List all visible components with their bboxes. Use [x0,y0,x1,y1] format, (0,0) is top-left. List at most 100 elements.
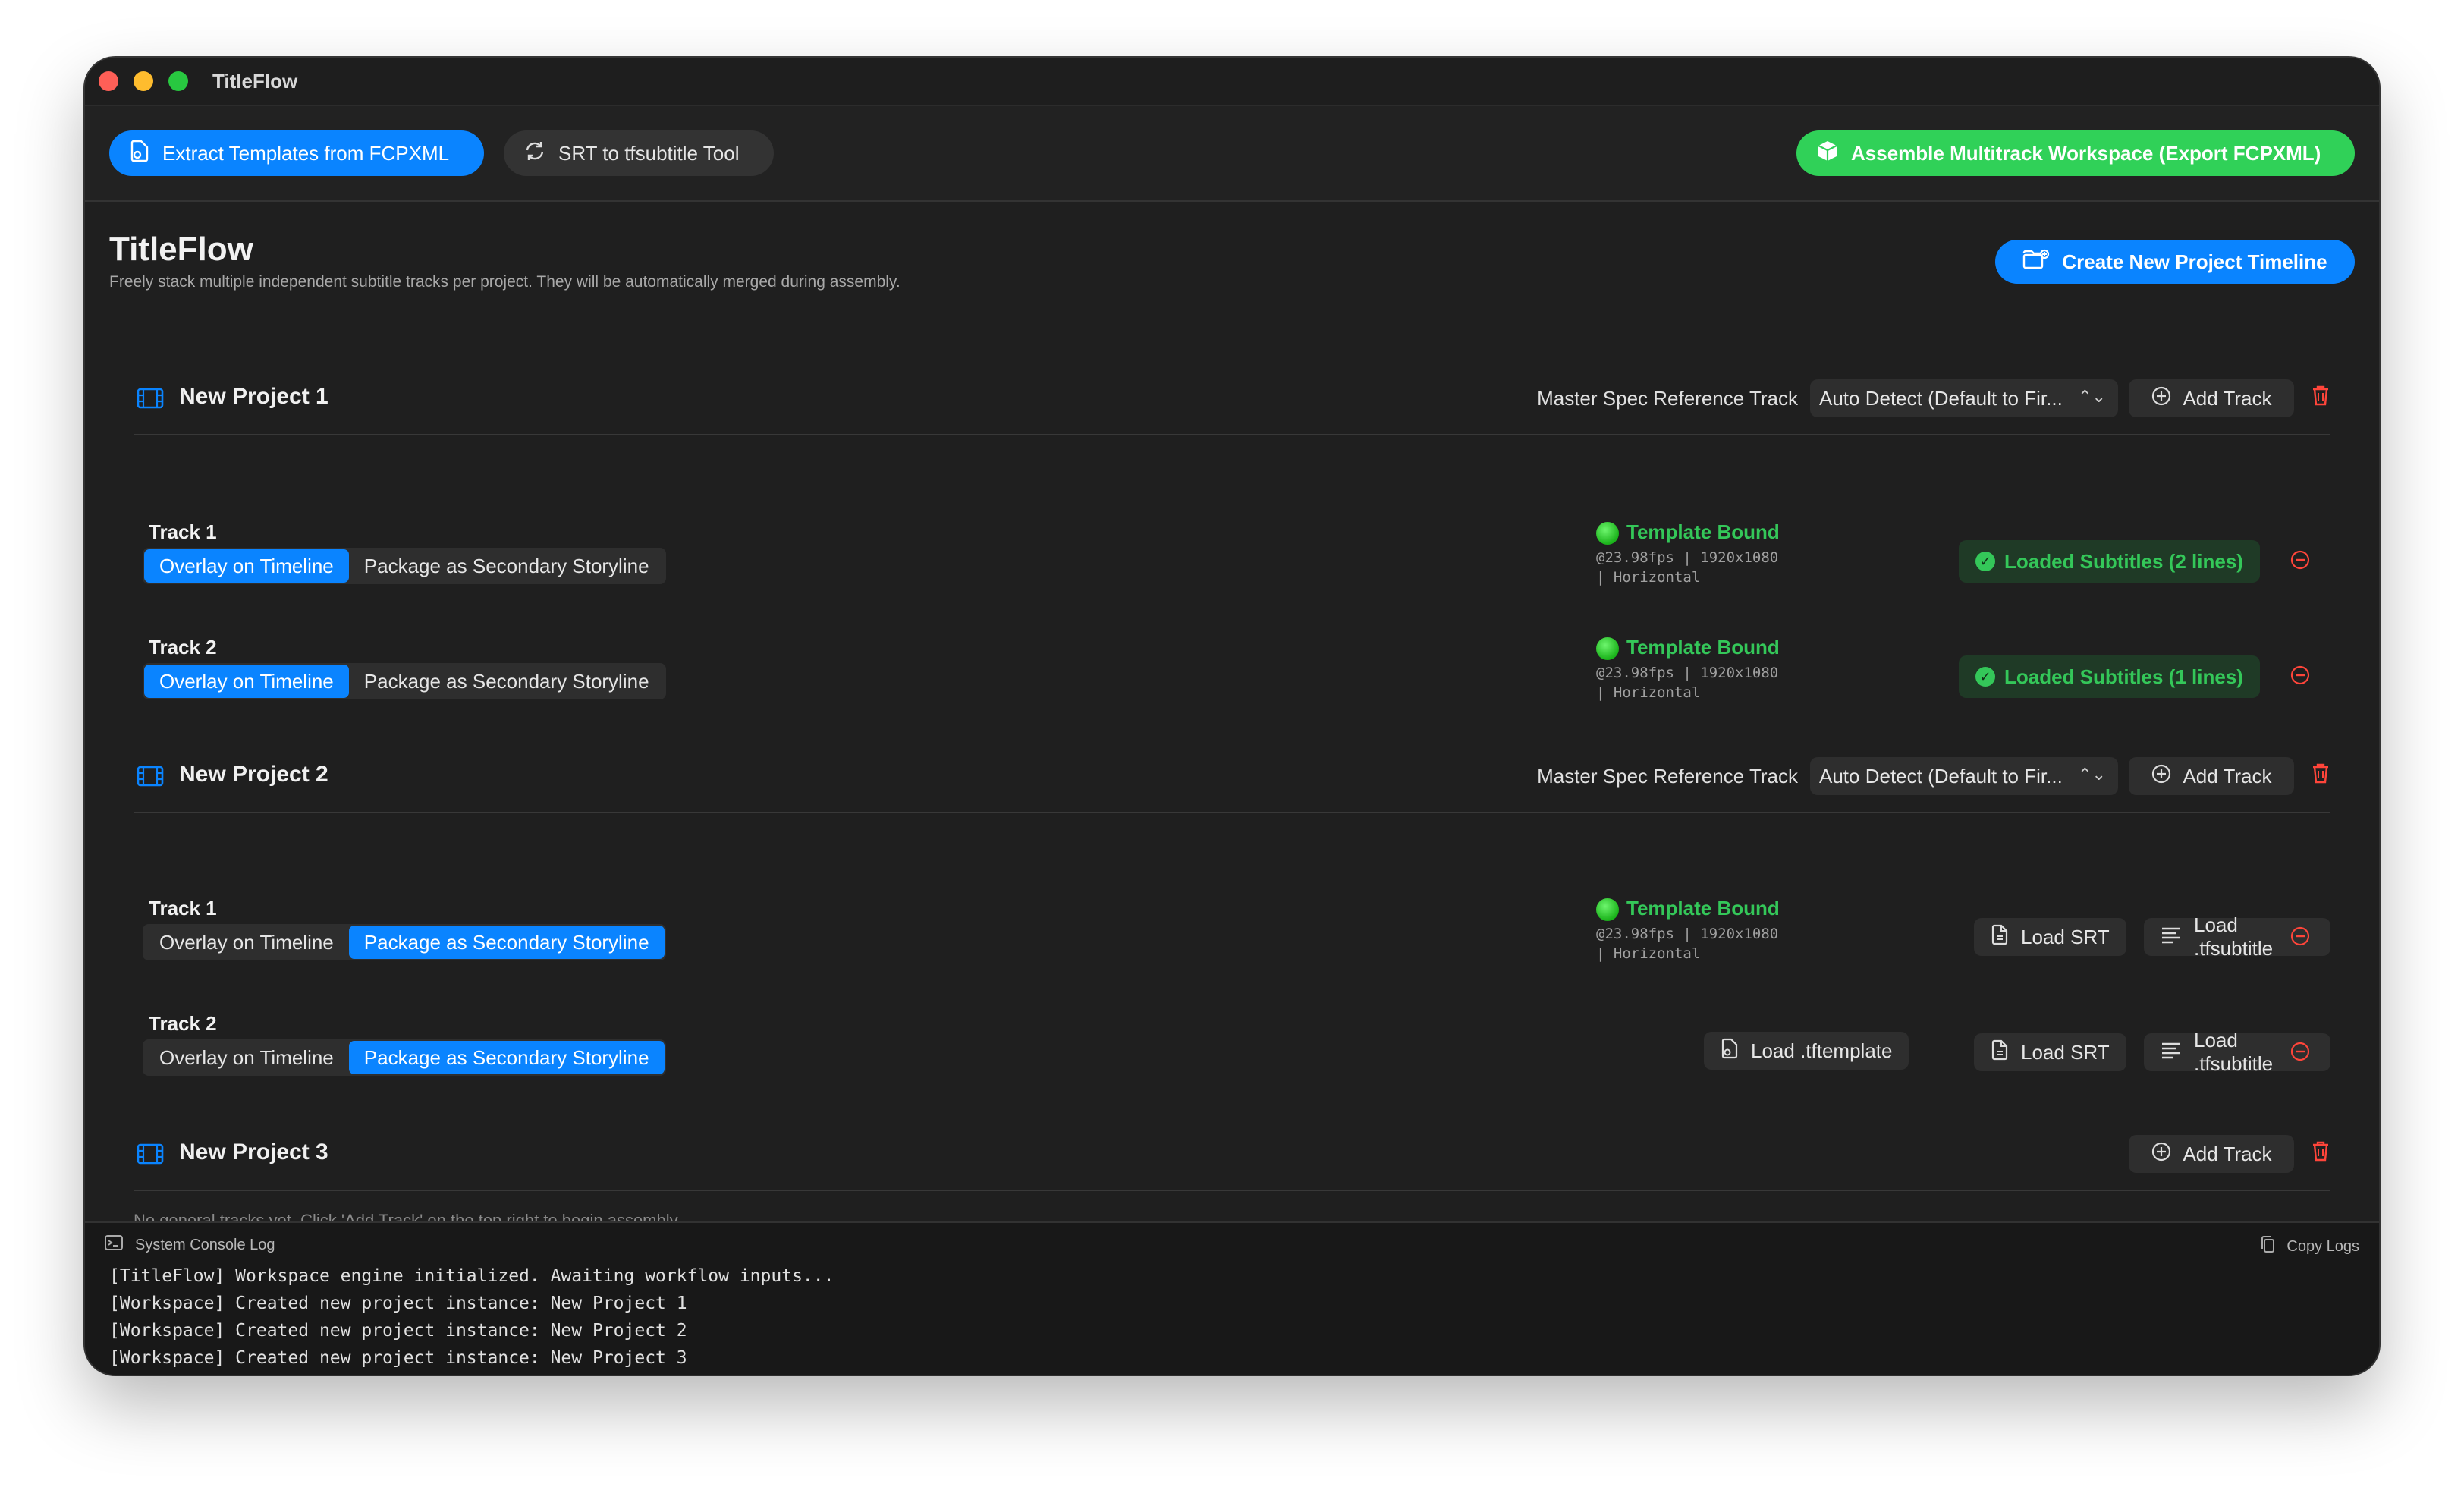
master-spec-select[interactable]: Auto Detect (Default to Fir... ⌃⌄ [1810,757,2118,795]
add-track-label: Add Track [2183,386,2272,410]
template-meta-line1: @23.98fps | 1920x1080 [1596,926,1779,942]
project-header: New Project 2 Master Spec Reference Trac… [134,740,2330,813]
template-meta-line2: | Horizontal [1596,569,1701,586]
load-srt-button[interactable]: Load SRT [1974,918,2126,956]
copy-icon [2259,1235,2276,1258]
master-spec-label: Master Spec Reference Track [1537,765,1798,788]
load-tftemplate-button[interactable]: Load .tftemplate [1704,1032,1909,1070]
track-mode-segmented-control: Overlay on Timeline Package as Secondary… [143,924,666,960]
plus-circle-icon [2151,763,2172,790]
track-name: Track 2 [149,636,217,659]
minus-circle-icon[interactable] [2290,549,2311,574]
trash-icon[interactable] [2311,384,2330,410]
master-spec-value: Auto Detect (Default to Fir... [1819,764,2063,788]
srt-tool-label: SRT to tfsubtitle Tool [558,141,740,165]
zoom-window-button[interactable] [168,71,188,91]
toolbar: Extract Templates from FCPXML SRT to tfs… [85,106,2379,202]
overlay-option[interactable]: Overlay on Timeline [144,549,349,583]
copy-logs-button[interactable]: Copy Logs [2259,1235,2359,1258]
track-name: Track 1 [149,520,217,543]
project-header: New Project 3 Add Track [134,1118,2330,1191]
load-srt-button[interactable]: Load SRT [1974,1033,2126,1071]
template-bound-label: Template Bound [1626,636,1780,659]
minimize-window-button[interactable] [134,71,153,91]
close-window-button[interactable] [99,71,118,91]
film-icon [137,765,164,791]
template-meta: @23.98fps | 1920x1080 | Horizontal [1596,663,1778,703]
doc-icon [129,140,150,168]
status-dot [1596,637,1619,660]
minus-circle-icon[interactable] [2290,926,2311,951]
load-srt-label: Load SRT [2021,925,2110,948]
template-meta-line2: | Horizontal [1596,684,1701,701]
chevron-up-down-icon: ⌃⌄ [2078,765,2106,784]
add-track-button[interactable]: Add Track [2129,757,2294,795]
window-title: TitleFlow [212,70,298,93]
trash-icon[interactable] [2311,762,2330,788]
trash-icon[interactable] [2311,1140,2330,1166]
doc-icon [1991,924,2009,951]
add-track-button[interactable]: Add Track [2129,1135,2294,1173]
checkmark-icon: ✓ [1975,552,1995,571]
assemble-workspace-button[interactable]: Assemble Multitrack Workspace (Export FC… [1796,130,2355,176]
template-bound-label: Template Bound [1626,897,1780,920]
film-icon [137,1143,164,1169]
add-track-label: Add Track [2183,1142,2272,1165]
minus-circle-icon[interactable] [2290,665,2311,690]
overlay-option[interactable]: Overlay on Timeline [144,1041,349,1074]
status-dot [1596,522,1619,545]
folder-add-icon [2022,249,2050,275]
track-name: Track 1 [149,897,217,920]
project-name: New Project 3 [179,1140,328,1165]
load-tftemplate-label: Load .tftemplate [1751,1039,1893,1062]
package-option[interactable]: Package as Secondary Storyline [349,549,665,583]
template-meta-line1: @23.98fps | 1920x1080 [1596,549,1779,566]
status-dot [1596,898,1619,921]
template-meta-line1: @23.98fps | 1920x1080 [1596,665,1779,681]
track-row: Track 1 Overlay on Timeline Package as S… [134,520,2330,611]
package-option[interactable]: Package as Secondary Storyline [349,665,665,698]
app-window: TitleFlow Extract Templates from FCPXML … [85,58,2379,1375]
master-spec-label: Master Spec Reference Track [1537,387,1798,410]
overlay-option[interactable]: Overlay on Timeline [144,926,349,959]
project-card: New Project 2 Master Spec Reference Trac… [134,740,2330,1076]
srt-tool-button[interactable]: SRT to tfsubtitle Tool [504,130,774,176]
project-name: New Project 2 [179,762,328,787]
master-spec-select[interactable]: Auto Detect (Default to Fir... ⌃⌄ [1810,379,2118,417]
template-meta: @23.98fps | 1920x1080 | Horizontal [1596,924,1778,964]
track-row: Track 2 Overlay on Timeline Package as S… [134,1012,2330,1103]
track-name: Track 2 [149,1012,217,1035]
console-line: [Workspace] Created new project instance… [109,1321,687,1341]
create-project-button[interactable]: Create New Project Timeline [1995,240,2355,284]
console-title: System Console Log [135,1236,275,1253]
project-header: New Project 1 Master Spec Reference Trac… [134,363,2330,435]
template-meta: @23.98fps | 1920x1080 | Horizontal [1596,548,1778,587]
track-row: Track 1 Overlay on Timeline Package as S… [134,897,2330,988]
extract-templates-label: Extract Templates from FCPXML [162,141,450,165]
minus-circle-icon[interactable] [2290,1041,2311,1066]
add-track-button[interactable]: Add Track [2129,379,2294,417]
project-name: New Project 1 [179,384,328,409]
track-mode-segmented-control: Overlay on Timeline Package as Secondary… [143,1039,666,1076]
loaded-subtitles-label: Loaded Subtitles (2 lines) [2004,549,2243,573]
template-bound-label: Template Bound [1626,520,1780,543]
package-option[interactable]: Package as Secondary Storyline [348,926,665,959]
track-mode-segmented-control: Overlay on Timeline Package as Secondary… [143,548,666,584]
extract-templates-button[interactable]: Extract Templates from FCPXML [109,130,484,176]
page-title: TitleFlow [109,231,253,268]
console-header: System Console Log [105,1235,275,1255]
loaded-subtitles-label: Loaded Subtitles (1 lines) [2004,665,2243,688]
doc-icon [1991,1039,2009,1066]
page-subtitle: Freely stack multiple independent subtit… [109,273,900,291]
system-console: System Console Log Copy Logs [TitleFlow]… [85,1221,2379,1375]
create-project-label: Create New Project Timeline [2062,250,2327,273]
package-option[interactable]: Package as Secondary Storyline [348,1041,665,1074]
project-card: New Project 3 Add Track [134,1118,2330,1191]
track-mode-segmented-control: Overlay on Timeline Package as Secondary… [143,663,666,699]
lines-icon [2161,1041,2182,1064]
title-bar: TitleFlow [85,58,2379,106]
sync-icon [523,140,546,168]
copy-logs-label: Copy Logs [2286,1237,2359,1255]
overlay-option[interactable]: Overlay on Timeline [144,665,349,698]
project-card: New Project 1 Master Spec Reference Trac… [134,363,2330,701]
